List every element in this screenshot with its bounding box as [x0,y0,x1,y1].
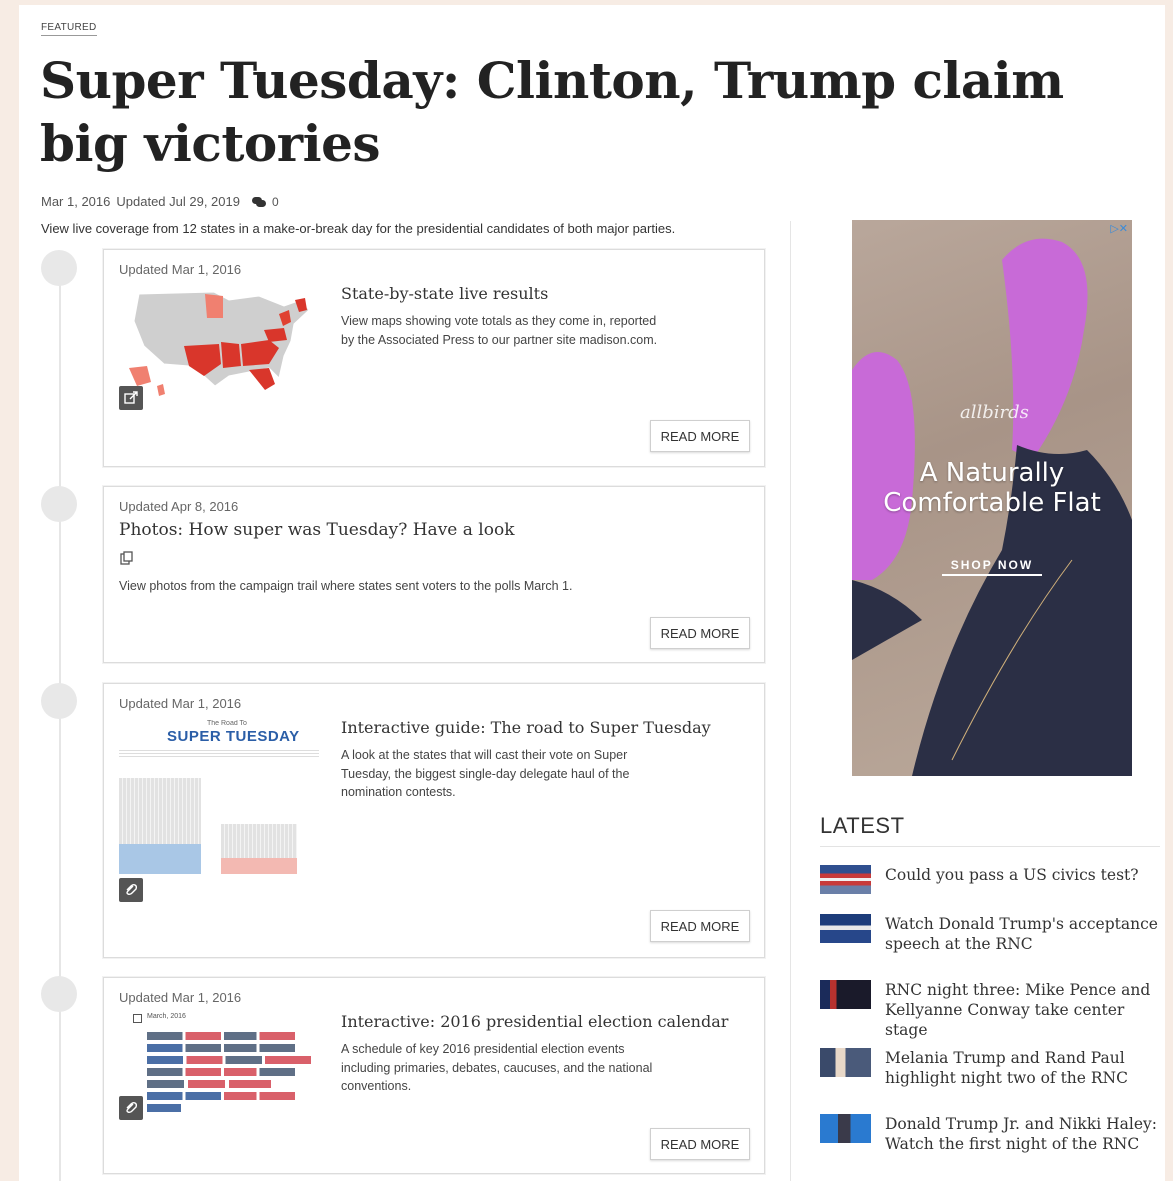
calendar-row [147,1080,271,1088]
card-title[interactable]: State-by-state live results [341,284,548,303]
latest-title[interactable]: Donald Trump Jr. and Nikki Haley: Watch … [885,1114,1160,1154]
card-title[interactable]: Interactive: 2016 presidential election … [341,1012,728,1031]
thumb-text-lines [119,748,319,758]
calendar-row [147,1092,295,1100]
thumb-caption: March, 2016 [147,1013,186,1020]
calendar-row [147,1104,181,1112]
ad-close-icon[interactable]: ▷✕ [1110,222,1128,235]
card-updated: Updated Mar 1, 2016 [119,262,242,277]
calendar-icon [133,1014,142,1023]
attachment-badge[interactable] [119,1096,143,1120]
latest-item[interactable]: Watch Donald Trump's acceptance speech a… [820,914,1160,954]
article-page: FEATURED Super Tuesday: Clinton, Trump c… [19,5,1165,1181]
comment-icon[interactable] [251,196,266,207]
democratic-delegates-fill [119,844,201,874]
timeline-card: Updated Mar 1, 2016 State-by-state live … [103,249,765,467]
card-description: A schedule of key 2016 presidential elec… [341,1042,653,1093]
attachment-badge[interactable] [119,878,143,902]
us-map-graphic [129,291,310,396]
latest-item[interactable]: RNC night three: Mike Pence and Kellyann… [820,980,1160,1040]
election-calendar-thumbnail[interactable]: March, 2016 [119,1012,319,1122]
latest-title[interactable]: Could you pass a US civics test? [885,865,1139,885]
card-description: A look at the states that will cast thei… [341,748,630,799]
timeline-dot [41,976,77,1012]
updated-date: Updated Jul 29, 2019 [116,194,240,209]
timeline-card: Updated Apr 8, 2016 Photos: How super wa… [103,486,765,663]
calendar-row [147,1056,311,1064]
byline: Mar 1, 2016 Updated Jul 29, 2019 0 [41,194,279,209]
read-more-button[interactable]: READ MORE [650,910,750,942]
latest-item[interactable]: Could you pass a US civics test? [820,865,1160,894]
card-updated: Updated Mar 1, 2016 [119,696,242,711]
latest-thumbnail[interactable] [820,914,871,943]
timeline-dot [41,486,77,522]
card-description: View photos from the campaign trail wher… [119,579,573,593]
card-updated: Updated Apr 8, 2016 [119,499,239,514]
featured-label[interactable]: FEATURED [41,22,97,36]
republican-delegates-fill [221,858,297,874]
column-divider [790,221,791,1181]
timeline-dot [41,250,77,286]
thumb-caption-big: SUPER TUESDAY [167,728,300,745]
timeline-card: Updated Mar 1, 2016 March, 2016 Interact… [103,977,765,1174]
calendar-row [147,1068,295,1076]
timeline-dot [41,683,77,719]
latest-item[interactable]: Donald Trump Jr. and Nikki Haley: Watch … [820,1114,1160,1154]
latest-title[interactable]: Melania Trump and Rand Paul highlight ni… [885,1048,1160,1088]
article-summary: View live coverage from 12 states in a m… [41,221,676,236]
calendar-row [147,1044,295,1052]
comment-count[interactable]: 0 [272,195,279,209]
card-description: View maps showing vote totals as they co… [341,314,658,347]
paperclip-icon [126,883,138,896]
results-map-thumbnail[interactable] [119,286,319,411]
card-updated: Updated Mar 1, 2016 [119,990,242,1005]
read-more-button[interactable]: READ MORE [650,1128,750,1160]
latest-item[interactable]: Melania Trump and Rand Paul highlight ni… [820,1048,1160,1088]
read-more-button[interactable]: READ MORE [650,617,750,649]
timeline-card: Updated Mar 1, 2016 The Road To SUPER TU… [103,683,765,958]
published-date: Mar 1, 2016 [41,194,111,209]
latest-thumbnail[interactable] [820,865,871,894]
external-link-icon [124,391,138,404]
latest-divider [820,846,1160,847]
ad-brand-logo: allbirds [960,402,1029,423]
latest-thumbnail[interactable] [820,980,871,1009]
card-title[interactable]: Interactive guide: The road to Super Tue… [341,718,711,737]
latest-thumbnail[interactable] [820,1048,871,1077]
latest-title[interactable]: Watch Donald Trump's acceptance speech a… [885,914,1160,954]
ad-headline-line2: Comfortable Flat [883,488,1101,518]
thumb-caption-small: The Road To [207,720,247,727]
advertisement[interactable]: ▷✕ allbirds A Naturally Comfortable Flat… [852,220,1132,776]
calendar-row [147,1032,295,1040]
card-title[interactable]: Photos: How super was Tuesday? Have a lo… [119,520,515,540]
super-tuesday-guide-thumbnail[interactable]: The Road To SUPER TUESDAY [119,720,319,900]
paperclip-icon [126,1101,138,1114]
read-more-button[interactable]: READ MORE [650,420,750,452]
page-title: Super Tuesday: Clinton, Trump claim big … [40,51,1064,173]
latest-heading: LATEST [820,813,905,838]
ad-shop-now-link[interactable]: SHOP NOW [942,558,1042,576]
copy-icon [120,551,133,570]
external-link-badge[interactable] [119,386,143,410]
latest-title[interactable]: RNC night three: Mike Pence and Kellyann… [885,980,1160,1040]
latest-thumbnail[interactable] [820,1114,871,1143]
ad-headline-line1: A Naturally [919,458,1065,488]
